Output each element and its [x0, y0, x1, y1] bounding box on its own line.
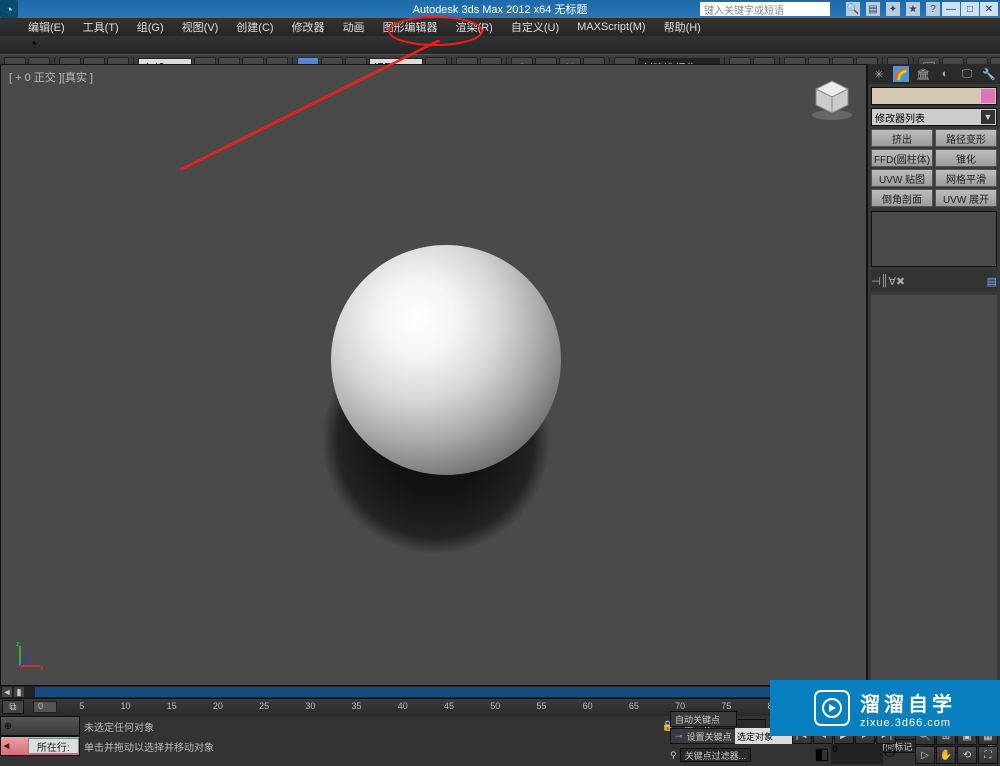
menu-views[interactable]: 视图(V) — [182, 19, 219, 35]
make-unique-icon[interactable]: ∀ — [888, 275, 896, 288]
modifier-btn-taper[interactable]: 锥化 — [935, 149, 997, 167]
pan-icon[interactable]: ✋ — [936, 746, 956, 764]
status-selection-text: 未选定任何对象 — [84, 719, 154, 734]
svg-text:x: x — [40, 665, 44, 671]
axis-gizmo-icon: z x — [15, 641, 45, 671]
modifier-btn-uvwunwrap[interactable]: UVW 展开 — [935, 189, 997, 207]
modifier-buttons-grid: 挤出 路径变形 FFD(圆柱体) 锥化 UVW 贴图 网格平滑 倒角剖面 UVW… — [871, 129, 997, 207]
window-title: Autodesk 3ds Max 2012 x64 无标题 — [413, 1, 588, 17]
orbit-icon[interactable]: ⟲ — [957, 746, 977, 764]
watermark-brand: 溜溜自学 — [860, 688, 956, 717]
time-ticks: 0510 152025 303540 455055 606570 758085 … — [38, 701, 870, 715]
app-menu-icon[interactable]: ◔ — [0, 36, 1000, 54]
menu-modifiers[interactable]: 修改器 — [292, 19, 325, 35]
minimize-button[interactable]: — — [942, 2, 960, 16]
viewport[interactable]: [ + 0 正交 ][真实 ] z x — [0, 64, 867, 686]
set-key-small-button[interactable]: ⊕ — [0, 716, 80, 736]
viewcube-icon[interactable] — [808, 75, 856, 123]
close-button[interactable]: ✕ — [980, 2, 998, 16]
track-range[interactable] — [35, 687, 870, 697]
remove-modifier-icon[interactable]: ✖ — [896, 275, 905, 288]
maximize-viewport-icon[interactable]: ⛶ — [978, 746, 998, 764]
app-logo-icon: ◔ — [0, 0, 18, 18]
time-config-row: ◧ 0 ⏱ — [814, 744, 896, 764]
set-key-button[interactable]: ⊸设置关键点 — [670, 728, 737, 744]
modifier-btn-uvwmap[interactable]: UVW 贴图 — [871, 169, 933, 187]
key-mode-toggle-icon[interactable]: ◧ — [814, 744, 829, 764]
watermark-overlay: 溜溜自学 zixue.3d66.com — [770, 680, 1000, 736]
status-prompt-text: 单击并拖动以选择并移动对象 — [84, 739, 214, 754]
configure-sets-icon[interactable]: ▤ — [987, 275, 997, 288]
current-frame-input[interactable]: 0 — [831, 744, 883, 764]
create-tab-icon[interactable]: ✳ — [871, 66, 887, 82]
subscription-icon[interactable]: ▤ — [866, 2, 880, 16]
svg-text:z: z — [16, 641, 20, 648]
exchange-icon[interactable]: ✦ — [886, 2, 900, 16]
track-scrub-icon[interactable]: ▮ — [14, 687, 24, 697]
help-icon[interactable]: ? — [926, 2, 940, 16]
track-left-icon[interactable]: ◄ — [2, 687, 12, 697]
menu-rendering[interactable]: 渲染(R) — [456, 19, 493, 35]
mini-curve-editor-icon[interactable]: ⧉ — [2, 700, 24, 714]
search-icon[interactable]: 🔍 — [846, 2, 860, 16]
modifier-stack[interactable] — [871, 211, 997, 267]
menu-grapheditors[interactable]: 图形编辑器 — [383, 19, 438, 35]
utilities-tab-icon[interactable]: 🔧 — [981, 66, 997, 82]
modifier-btn-bevelprofile[interactable]: 倒角剖面 — [871, 189, 933, 207]
maxscript-mini-listener[interactable]: ◄ 所在行: — [0, 736, 80, 756]
menu-maxscript[interactable]: MAXScript(M) — [577, 21, 645, 33]
watermark-logo-icon — [814, 690, 850, 726]
command-panel: ✳ 🌈 🏛 ◐ 🖵 🔧 修改器列表▼ 挤出 路径变形 FFD(圆柱体) 锥化 U… — [867, 64, 1000, 686]
watermark-url: zixue.3d66.com — [860, 717, 951, 729]
modifier-btn-meshsmooth[interactable]: 网格平滑 — [935, 169, 997, 187]
modifier-list-dropdown[interactable]: 修改器列表▼ — [871, 108, 997, 126]
viewport-label[interactable]: [ + 0 正交 ][真实 ] — [9, 69, 93, 85]
modifier-btn-pathdeform[interactable]: 路径变形 — [935, 129, 997, 147]
menu-create[interactable]: 创建(C) — [236, 19, 273, 35]
show-end-result-icon[interactable]: ║ — [881, 275, 889, 287]
key-mode-toggles: 自动关键点 ⊸设置关键点 — [670, 711, 737, 744]
modifier-rollout-area — [871, 295, 997, 686]
menu-tools[interactable]: 工具(T) — [83, 19, 119, 35]
maximize-button[interactable]: □ — [961, 2, 979, 16]
help-search-input[interactable]: 键入关键字或短语 — [700, 2, 830, 16]
motion-tab-icon[interactable]: ◐ — [937, 66, 953, 82]
command-panel-tabs: ✳ 🌈 🏛 ◐ 🖵 🔧 — [868, 64, 1000, 84]
window-controls: — □ ✕ — [941, 2, 998, 16]
pin-stack-icon[interactable]: ⊣ — [871, 275, 881, 288]
object-color-swatch[interactable] — [981, 89, 995, 103]
sphere-object[interactable] — [331, 245, 561, 475]
work-area: [ + 0 正交 ][真实 ] z x ✳ 🌈 🏛 ◐ 🖵 🔧 修改器列表▼ — [0, 64, 1000, 686]
menu-group[interactable]: 组(G) — [137, 19, 164, 35]
modifier-btn-extrude[interactable]: 挤出 — [871, 129, 933, 147]
key-mode-buttons: ⊕ ◄ 所在行: — [0, 716, 80, 756]
object-name-field[interactable] — [871, 87, 997, 105]
menu-help[interactable]: 帮助(H) — [664, 19, 701, 35]
infocenter-icons: 🔍 ▤ ✦ ★ ? — [846, 2, 940, 16]
key-filter-icon[interactable]: ⚲ — [670, 750, 677, 761]
auto-key-button[interactable]: 自动关键点 — [670, 711, 737, 727]
key-filters-button[interactable]: 关键点过滤器... — [680, 748, 752, 762]
modify-tab-icon[interactable]: 🌈 — [893, 66, 909, 82]
modifier-stack-tools: ⊣ ║ ∀ ✖ ▤ — [871, 271, 997, 291]
menu-bar: 编辑(E) 工具(T) 组(G) 视图(V) 创建(C) 修改器 动画 图形编辑… — [0, 18, 1000, 36]
fov-icon[interactable]: ▷ — [915, 746, 935, 764]
modifier-btn-ffdcyl[interactable]: FFD(圆柱体) — [871, 149, 933, 167]
menu-customize[interactable]: 自定义(U) — [511, 19, 559, 35]
title-bar: ◔ Autodesk 3ds Max 2012 x64 无标题 键入关键字或短语… — [0, 0, 1000, 18]
key-filter-row: ⚲ 关键点过滤器... — [670, 748, 751, 762]
menu-edit[interactable]: 编辑(E) — [28, 19, 65, 35]
menu-animation[interactable]: 动画 — [343, 19, 365, 35]
favorite-icon[interactable]: ★ — [906, 2, 920, 16]
hierarchy-tab-icon[interactable]: 🏛 — [915, 66, 931, 82]
now-row-button[interactable]: 所在行: — [28, 738, 79, 754]
display-tab-icon[interactable]: 🖵 — [959, 66, 975, 82]
time-config-icon[interactable]: ⏱ — [884, 744, 896, 764]
